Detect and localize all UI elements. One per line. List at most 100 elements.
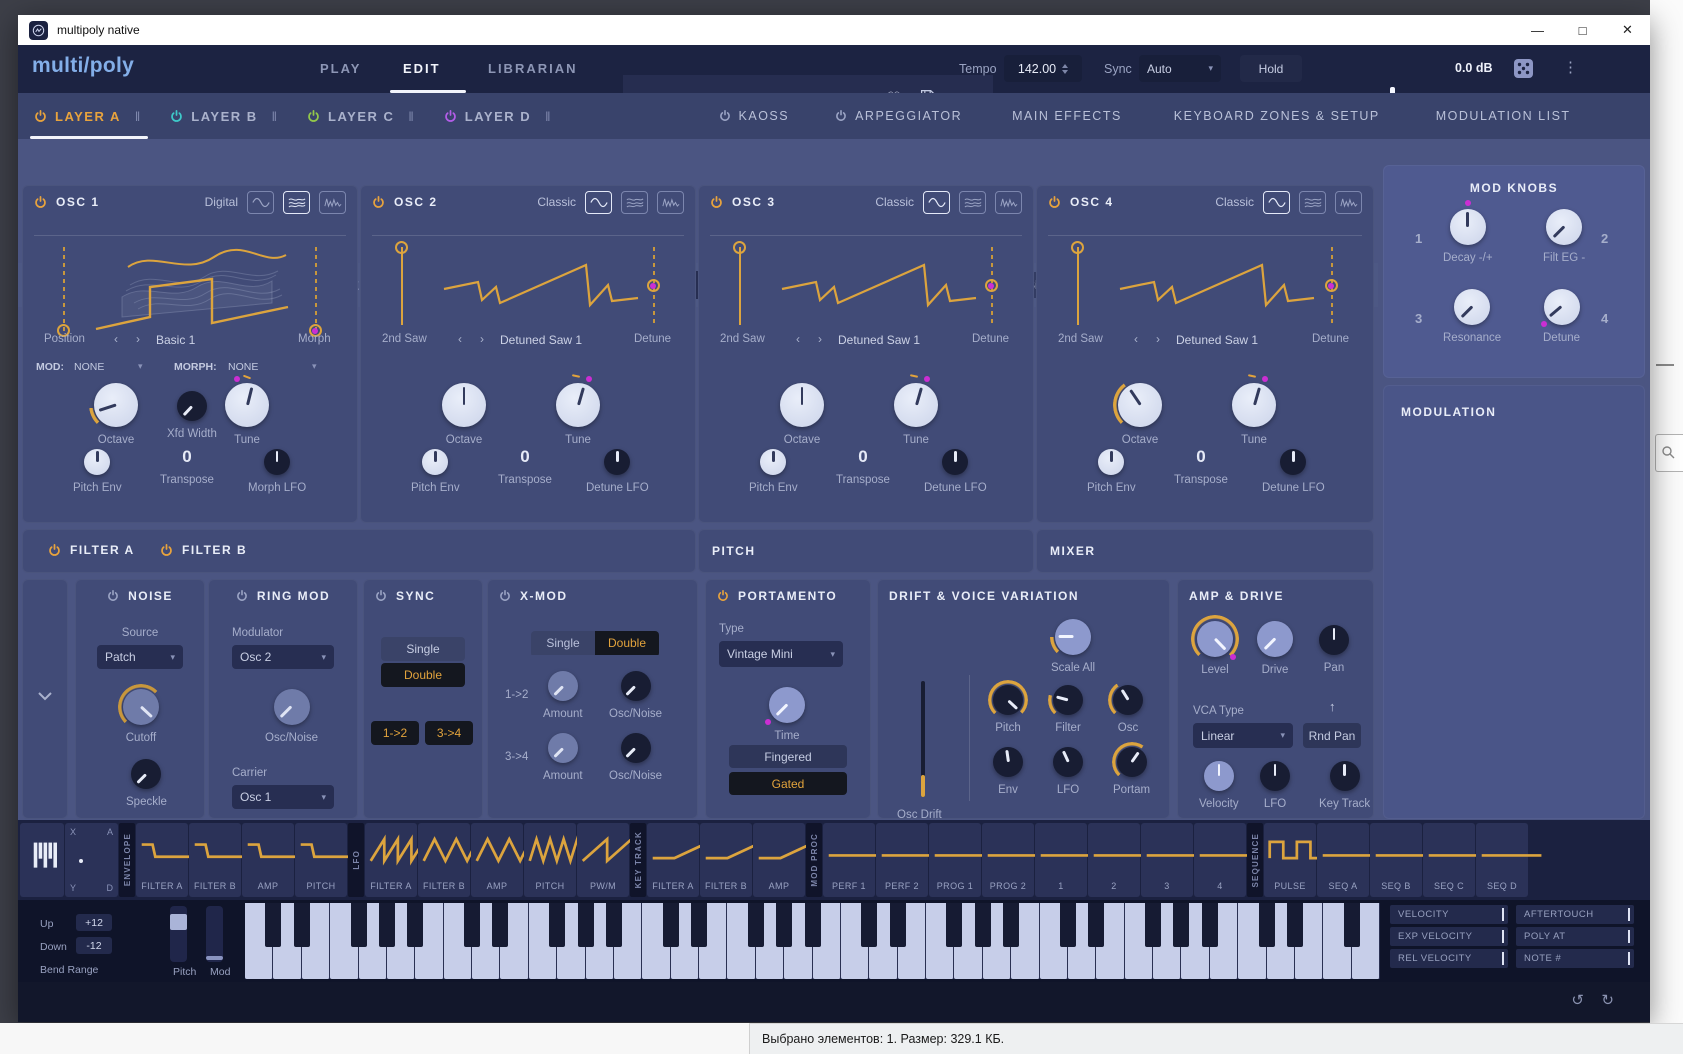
piano-black-key[interactable]: [974, 903, 991, 947]
drift-lfo-knob[interactable]: LFO: [1053, 747, 1083, 796]
osc2-detune-lfo-knob[interactable]: Detune LFO: [586, 449, 649, 494]
strip-tile-filter-b[interactable]: FILTER B: [189, 823, 255, 897]
wavetable-icon[interactable]: [1299, 190, 1326, 214]
chevron-down-icon[interactable]: ▾: [138, 361, 143, 372]
strip-tile-pw-m[interactable]: PW/M: [577, 823, 644, 897]
sync-single-button[interactable]: Single: [381, 637, 465, 661]
strip-tile-prog-2[interactable]: PROG 2: [982, 823, 1048, 897]
strip-tile-perf-2[interactable]: PERF 2: [876, 823, 942, 897]
amp-drive-knob[interactable]: Drive: [1257, 621, 1293, 676]
osc4-transpose[interactable]: 0 Transpose: [1174, 447, 1228, 486]
osc2-power-icon[interactable]: [372, 196, 385, 209]
piano-black-key[interactable]: [1343, 903, 1360, 947]
portamento-time-knob[interactable]: Time: [765, 687, 805, 742]
piano-black-key[interactable]: [1059, 903, 1076, 947]
osc4-detune-slider[interactable]: [1324, 247, 1338, 325]
layer-link-icon[interactable]: ‖: [545, 109, 550, 124]
amp-key-track-knob[interactable]: Key Track: [1319, 761, 1370, 810]
strip-tile-seq-b[interactable]: SEQ B: [1370, 823, 1436, 897]
osc4-power-icon[interactable]: [1048, 196, 1061, 209]
spectral-icon[interactable]: [995, 190, 1022, 214]
drift-pitch-knob[interactable]: Pitch: [988, 680, 1028, 734]
xmod-1to2-oscnoise-knob[interactable]: Osc/Noise: [609, 671, 662, 720]
osc1-tune-knob[interactable]: Tune: [225, 374, 269, 446]
layer-link-icon[interactable]: ‖: [272, 109, 277, 124]
osc1-position-slider[interactable]: [56, 247, 70, 337]
piano-black-key[interactable]: [889, 903, 906, 947]
tab-layer-b[interactable]: LAYER B: [170, 109, 257, 124]
filter-b-tab[interactable]: FILTER B: [160, 543, 247, 557]
strip-tile-4[interactable]: 4: [1194, 823, 1260, 897]
osc1-wave-prev-icon[interactable]: ‹: [114, 332, 118, 346]
piano-keyboard[interactable]: [245, 903, 1380, 979]
osc3-power-icon[interactable]: [710, 196, 723, 209]
osc1-xfd-width-knob[interactable]: Xfd Width: [167, 391, 217, 440]
filter-b-power-icon[interactable]: [160, 544, 173, 557]
osc2-2ndsaw-slider[interactable]: [394, 241, 408, 325]
amp-rnd-pan-button[interactable]: Rnd Pan: [1303, 723, 1361, 748]
collapse-column[interactable]: [22, 579, 68, 819]
bend-down-value[interactable]: -12: [76, 937, 112, 954]
osc4-detune-lfo-knob[interactable]: Detune LFO: [1262, 449, 1325, 494]
mod-knob-1[interactable]: Decay -/+: [1443, 200, 1493, 264]
aftertouch-button[interactable]: AFTERTOUCH: [1516, 905, 1634, 924]
close-button[interactable]: ✕: [1605, 15, 1650, 45]
strip-tile-pitch[interactable]: PITCH: [295, 823, 361, 897]
noise-speckle-knob[interactable]: Speckle: [126, 759, 167, 808]
strip-tile-filter-a[interactable]: FILTER A: [647, 823, 713, 897]
menu-kebab-icon[interactable]: ⋮: [1563, 58, 1578, 76]
osc3-wave-prev-icon[interactable]: ‹: [796, 332, 800, 346]
tab-librarian[interactable]: LIBRARIAN: [488, 61, 578, 76]
tempo-value[interactable]: 142.00: [1004, 55, 1082, 82]
osc3-octave-knob[interactable]: Octave: [780, 383, 824, 446]
piano-black-key[interactable]: [946, 903, 963, 947]
amp-velocity-knob[interactable]: Velocity: [1199, 761, 1239, 810]
poly-at-button[interactable]: POLY AT: [1516, 927, 1634, 946]
osc3-wave-next-icon[interactable]: ›: [818, 332, 822, 346]
tab-layer-a[interactable]: LAYER A: [34, 109, 121, 124]
sync-double-button[interactable]: Double: [381, 663, 465, 687]
sync-1to2-button[interactable]: 1->2: [371, 721, 419, 745]
drift-osc-knob[interactable]: Osc: [1108, 680, 1148, 734]
osc2-transpose[interactable]: 0 Transpose: [498, 447, 552, 486]
sine-icon[interactable]: [923, 190, 950, 214]
osc2-octave-knob[interactable]: Octave: [442, 383, 486, 446]
osc1-pitch-env-knob[interactable]: Pitch Env: [73, 449, 122, 494]
rel-velocity-button[interactable]: REL VELOCITY: [1390, 949, 1508, 968]
osc3-2ndsaw-slider[interactable]: [732, 241, 746, 325]
osc4-wave-next-icon[interactable]: ›: [1156, 332, 1160, 346]
wavetable-icon[interactable]: [959, 190, 986, 214]
mod-knob-3[interactable]: Resonance: [1443, 289, 1501, 344]
tab-edit[interactable]: EDIT: [403, 61, 441, 76]
filter-a-tab[interactable]: FILTER A: [48, 543, 135, 557]
piano-black-key[interactable]: [1173, 903, 1190, 947]
velocity-button[interactable]: VELOCITY: [1390, 905, 1508, 924]
mixer-panel-header[interactable]: MIXER: [1036, 529, 1374, 573]
strip-tile-seq-c[interactable]: SEQ C: [1423, 823, 1489, 897]
portamento-gated-button[interactable]: Gated: [729, 772, 847, 795]
randomize-dice-icon[interactable]: [1513, 58, 1534, 84]
amp-level-knob[interactable]: Level: [1191, 615, 1239, 676]
xmod-3to4-oscnoise-knob[interactable]: Osc/Noise: [609, 733, 662, 782]
piano-black-key[interactable]: [861, 903, 878, 947]
osc4-wave-display[interactable]: [1114, 253, 1324, 323]
tab-layer-d[interactable]: LAYER D: [444, 109, 531, 124]
layer-link-icon[interactable]: ‖: [408, 109, 413, 124]
piano-black-key[interactable]: [265, 903, 282, 947]
osc3-tune-knob[interactable]: Tune: [894, 374, 938, 446]
sine-icon[interactable]: [585, 190, 612, 214]
strip-tile-amp[interactable]: AMP: [471, 823, 538, 897]
amp-vca-dropdown[interactable]: Linear ▾: [1193, 723, 1293, 748]
ringmod-carrier-dropdown[interactable]: Osc 1 ▾: [232, 785, 334, 809]
spectral-icon[interactable]: [657, 190, 684, 214]
strip-tile-1[interactable]: 1: [1035, 823, 1101, 897]
osc3-wave-display[interactable]: [776, 253, 986, 323]
spectral-icon[interactable]: [1335, 190, 1362, 214]
pitch-panel-header[interactable]: PITCH: [698, 529, 1034, 573]
ringmod-oscnoise-knob[interactable]: Osc/Noise: [265, 689, 318, 744]
piano-black-key[interactable]: [293, 903, 310, 947]
xmod-power-icon[interactable]: [499, 590, 511, 602]
drift-scale-all-knob[interactable]: Scale All: [1050, 614, 1097, 674]
tab-play[interactable]: PLAY: [320, 61, 361, 76]
wavetable-icon[interactable]: [283, 190, 310, 214]
